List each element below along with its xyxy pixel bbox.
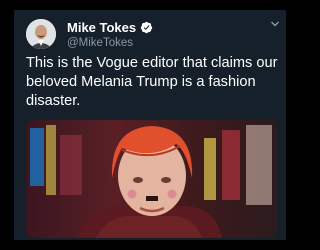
media-photo bbox=[26, 120, 278, 238]
handle[interactable]: @MikeTokes bbox=[67, 36, 133, 50]
tweet-card[interactable]: Mike Tokes @MikeTokes This is the Vogue … bbox=[14, 10, 286, 240]
avatar-image bbox=[26, 19, 56, 49]
author-name-row[interactable]: Mike Tokes bbox=[67, 20, 153, 35]
display-name[interactable]: Mike Tokes bbox=[67, 20, 136, 35]
tweet-media-image[interactable] bbox=[26, 120, 278, 238]
chevron-down-icon[interactable] bbox=[270, 19, 280, 29]
avatar[interactable] bbox=[26, 19, 56, 49]
tweet-text: This is the Vogue editor that claims our… bbox=[26, 55, 278, 109]
verified-badge-icon bbox=[140, 21, 153, 34]
